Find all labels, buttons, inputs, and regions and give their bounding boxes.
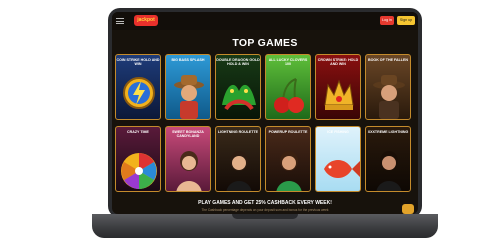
- game-tile-all-lucky-clovers[interactable]: ALL LUCKY CLOVERS 100: [265, 54, 311, 120]
- wheel-icon: [121, 153, 157, 189]
- menu-icon[interactable]: [116, 18, 124, 24]
- host-icon: [226, 151, 252, 191]
- game-title: COIN STRIKE HOLD AND WIN: [116, 58, 160, 66]
- game-title: SWEET BONANZA CANDYLAND: [172, 130, 204, 138]
- laptop-notch: [232, 214, 298, 219]
- login-button[interactable]: Log in: [380, 16, 394, 25]
- explorer-icon: [373, 75, 405, 119]
- fisherman-icon: [174, 75, 204, 119]
- game-tile-crazy-time[interactable]: CRAZY TIME: [115, 126, 161, 192]
- game-title: LIGHTNING ROULETTE: [217, 130, 259, 134]
- signup-button[interactable]: Sign up: [397, 16, 415, 25]
- host-icon: [376, 151, 402, 191]
- game-tile-lightning-roulette[interactable]: LIGHTNING ROULETTE: [215, 126, 261, 192]
- cashback-promo-headline: PLAY GAMES AND GET 25% CASHBACK EVERY WE…: [198, 200, 332, 206]
- game-title: BIG BASS SPLASH: [171, 58, 205, 62]
- game-title: CROWN STRIKE: HOLD AND WIN: [317, 58, 359, 66]
- section-title: TOP GAMES: [232, 37, 298, 49]
- fish-icon: [324, 160, 360, 178]
- host-icon: [276, 151, 302, 191]
- game-tile-big-bass-splash[interactable]: BIG BASS SPLASH: [165, 54, 211, 120]
- game-tile-xxxtreme-lightning[interactable]: XXXTREME LIGHTNING: [365, 126, 411, 192]
- cashback-promo-subtext: The Cashback percentage depends on your …: [201, 208, 329, 212]
- game-tile-powerup-roulette[interactable]: POWERUP ROULETTE: [265, 126, 311, 192]
- game-title: ICE FISHING: [327, 130, 349, 134]
- game-tile-double-dragon[interactable]: DOUBLE DRAGON GOLD HOLD & WIN: [215, 54, 261, 120]
- game-tile-coin-strike[interactable]: COIN STRIKE HOLD AND WIN: [115, 54, 161, 120]
- brand-logo[interactable]: jackpot: [134, 15, 158, 26]
- game-tile-sweet-bonanza-candyland[interactable]: SWEET BONANZA CANDYLAND: [165, 126, 211, 192]
- game-title: POWERUP ROULETTE: [268, 130, 308, 134]
- game-tile-crown-strike[interactable]: CROWN STRIKE: HOLD AND WIN: [315, 54, 361, 120]
- game-title: ALL LUCKY CLOVERS 100: [268, 58, 308, 66]
- game-title: BOOK OF THE FALLEN: [368, 58, 408, 62]
- game-tile-ice-fishing[interactable]: ICE FISHING: [315, 126, 361, 192]
- top-bar: jackpot Log in Sign up: [112, 12, 418, 30]
- casino-screen: jackpot Log in Sign up TOP GAMES COIN ST…: [112, 12, 418, 214]
- chat-button[interactable]: [402, 204, 414, 214]
- game-title: CRAZY TIME: [127, 130, 149, 134]
- game-tile-book-of-the-fallen[interactable]: BOOK OF THE FALLEN: [365, 54, 411, 120]
- game-title: XXXTREME LIGHTNING: [367, 130, 409, 134]
- game-title: DOUBLE DRAGON GOLD HOLD & WIN: [216, 58, 260, 66]
